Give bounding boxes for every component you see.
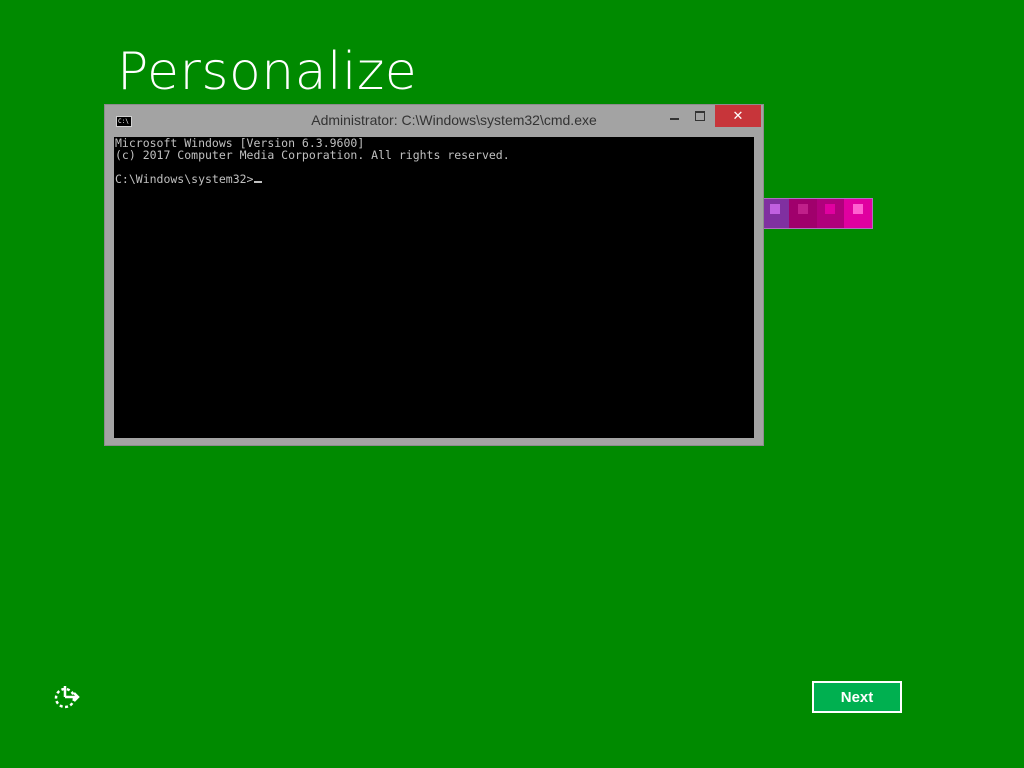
close-button[interactable]: ✕: [715, 105, 761, 127]
console-prompt-line[interactable]: C:\Windows\system32>: [115, 173, 754, 185]
color-swatch-magenta[interactable]: [816, 199, 845, 228]
next-button[interactable]: Next: [812, 681, 902, 713]
swatch-highlight: [825, 204, 836, 214]
swatch-highlight: [769, 204, 780, 214]
minimize-button[interactable]: [661, 105, 687, 127]
console-prompt: C:\Windows\system32>: [115, 172, 254, 186]
command-prompt-window[interactable]: C:\ Administrator: C:\Windows\system32\c…: [104, 104, 764, 446]
console-line: (c) 2017 Computer Media Corporation. All…: [115, 148, 510, 162]
color-swatch-pink[interactable]: [844, 199, 872, 228]
color-swatch-purple[interactable]: [761, 199, 789, 228]
swatch-highlight: [853, 204, 864, 214]
minimize-icon: [669, 118, 679, 120]
text-cursor: [254, 181, 263, 183]
ease-of-access-icon[interactable]: [52, 684, 82, 710]
page-title: Personalize: [117, 42, 418, 102]
console-output[interactable]: Microsoft Windows [Version 6.3.9600] (c)…: [114, 137, 754, 438]
swatch-highlight: [797, 204, 808, 214]
window-titlebar[interactable]: C:\ Administrator: C:\Windows\system32\c…: [105, 105, 763, 137]
maximize-icon: [695, 111, 705, 121]
color-swatch-strip: [760, 198, 873, 229]
close-icon: ✕: [732, 108, 744, 123]
color-swatch-plum[interactable]: [788, 199, 817, 228]
maximize-button[interactable]: [687, 105, 713, 127]
